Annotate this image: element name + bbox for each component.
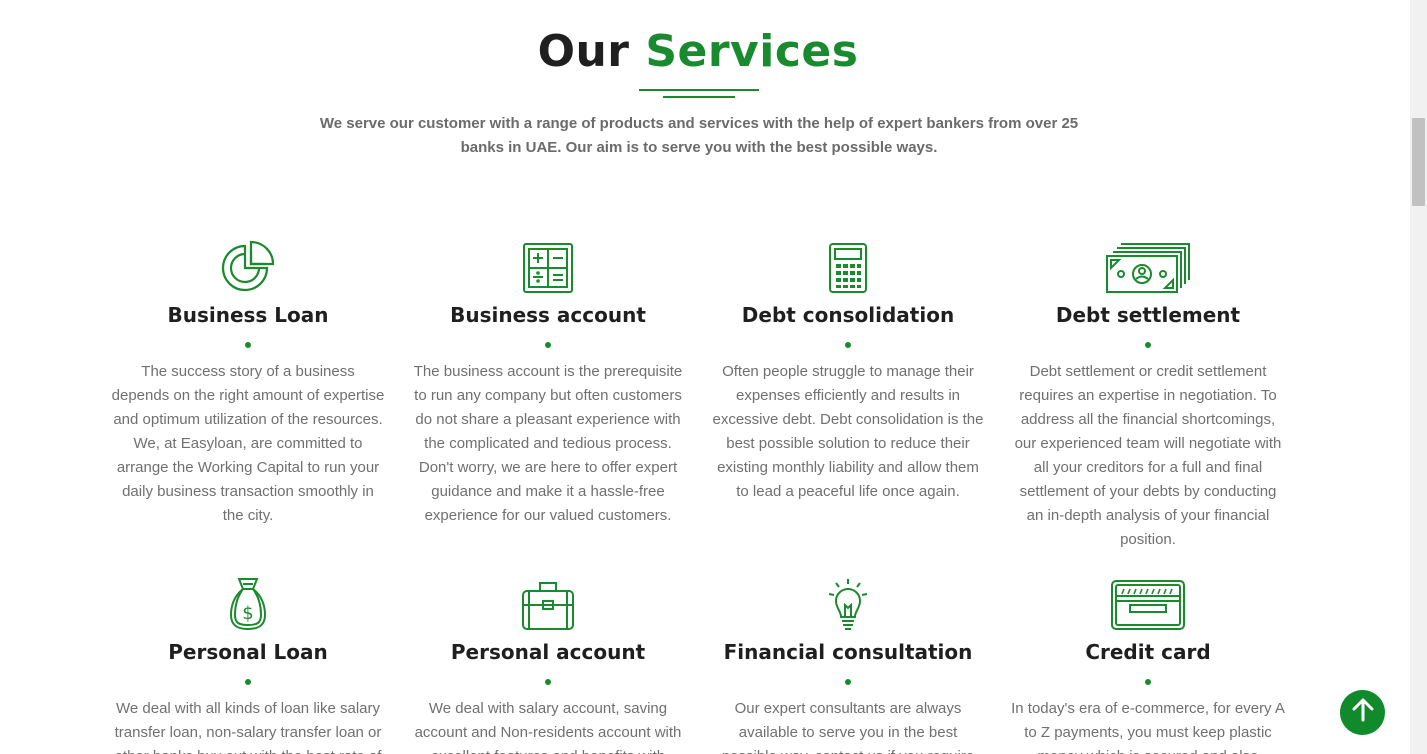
- service-title: Debt settlement: [1055, 303, 1241, 327]
- service-title: Personal account: [450, 640, 646, 664]
- banknotes-icon: [1011, 238, 1285, 294]
- service-card-business-loan[interactable]: Business Loan The success story of a bus…: [111, 238, 385, 528]
- arrow-up-icon: [1352, 698, 1374, 727]
- page-scrollbar[interactable]: [1410, 0, 1427, 754]
- title-divider-short: [663, 96, 735, 98]
- service-title: Business Loan: [167, 303, 329, 327]
- service-title: Personal Loan: [168, 640, 328, 664]
- back-to-top-button[interactable]: [1340, 690, 1385, 735]
- title-divider-long: [639, 89, 759, 91]
- service-title: Financial consultation: [723, 640, 973, 664]
- section-title-part1: Our: [537, 26, 630, 77]
- service-card-debt-consolidation[interactable]: Debt consolidation Often people struggle…: [711, 238, 985, 504]
- title-dot: [245, 679, 251, 685]
- scrollbar-thumb[interactable]: [1412, 118, 1425, 206]
- service-card-financial-consultation[interactable]: Financial consultation Our expert consul…: [711, 575, 985, 754]
- service-description: Debt settlement or credit settlement req…: [1014, 363, 1282, 548]
- credit-card-icon: [1011, 575, 1285, 631]
- section-title: Our Services: [0, 26, 1396, 77]
- briefcase-icon: [411, 575, 685, 631]
- pie-chart-icon: [111, 238, 385, 294]
- title-dot: [545, 342, 551, 348]
- lightbulb-icon: [711, 575, 985, 631]
- service-title: Business account: [450, 303, 646, 327]
- calculator-icon: [711, 238, 985, 294]
- service-description: We deal with all kinds of loan like sala…: [114, 700, 382, 754]
- service-description: Often people struggle to manage their ex…: [712, 363, 984, 500]
- service-description: In today's era of e-commerce, for every …: [1011, 700, 1285, 754]
- service-card-credit-card[interactable]: Credit card In today's era of e-commerce…: [1011, 575, 1285, 754]
- title-dot: [1145, 679, 1151, 685]
- service-card-personal-account[interactable]: Personal account We deal with salary acc…: [411, 575, 685, 754]
- title-dot: [1145, 342, 1151, 348]
- service-description: Our expert consultants are always availa…: [722, 700, 974, 754]
- service-description: The success story of a business depends …: [111, 363, 385, 524]
- title-dot: [845, 342, 851, 348]
- services-section: Our Services We serve our customer with …: [0, 0, 1410, 754]
- service-card-debt-settlement[interactable]: Debt settlement Debt settlement or credi…: [1011, 238, 1285, 552]
- service-title: Credit card: [1085, 640, 1211, 664]
- title-dot: [245, 342, 251, 348]
- calculator-grid-icon: [411, 238, 685, 294]
- service-card-personal-loan[interactable]: $ Personal Loan We deal with all kinds o…: [111, 575, 385, 754]
- title-dot: [845, 679, 851, 685]
- svg-text:$: $: [242, 603, 253, 624]
- section-title-part2: Services: [645, 26, 859, 77]
- service-description: We deal with salary account, saving acco…: [414, 700, 682, 754]
- service-card-business-account[interactable]: Business account The business account is…: [411, 238, 685, 528]
- title-dot: [545, 679, 551, 685]
- section-subtitle: We serve our customer with a range of pr…: [319, 115, 1079, 156]
- money-bag-icon: $: [111, 575, 385, 631]
- service-title: Debt consolidation: [741, 303, 955, 327]
- service-description: The business account is the prerequisite…: [413, 363, 683, 524]
